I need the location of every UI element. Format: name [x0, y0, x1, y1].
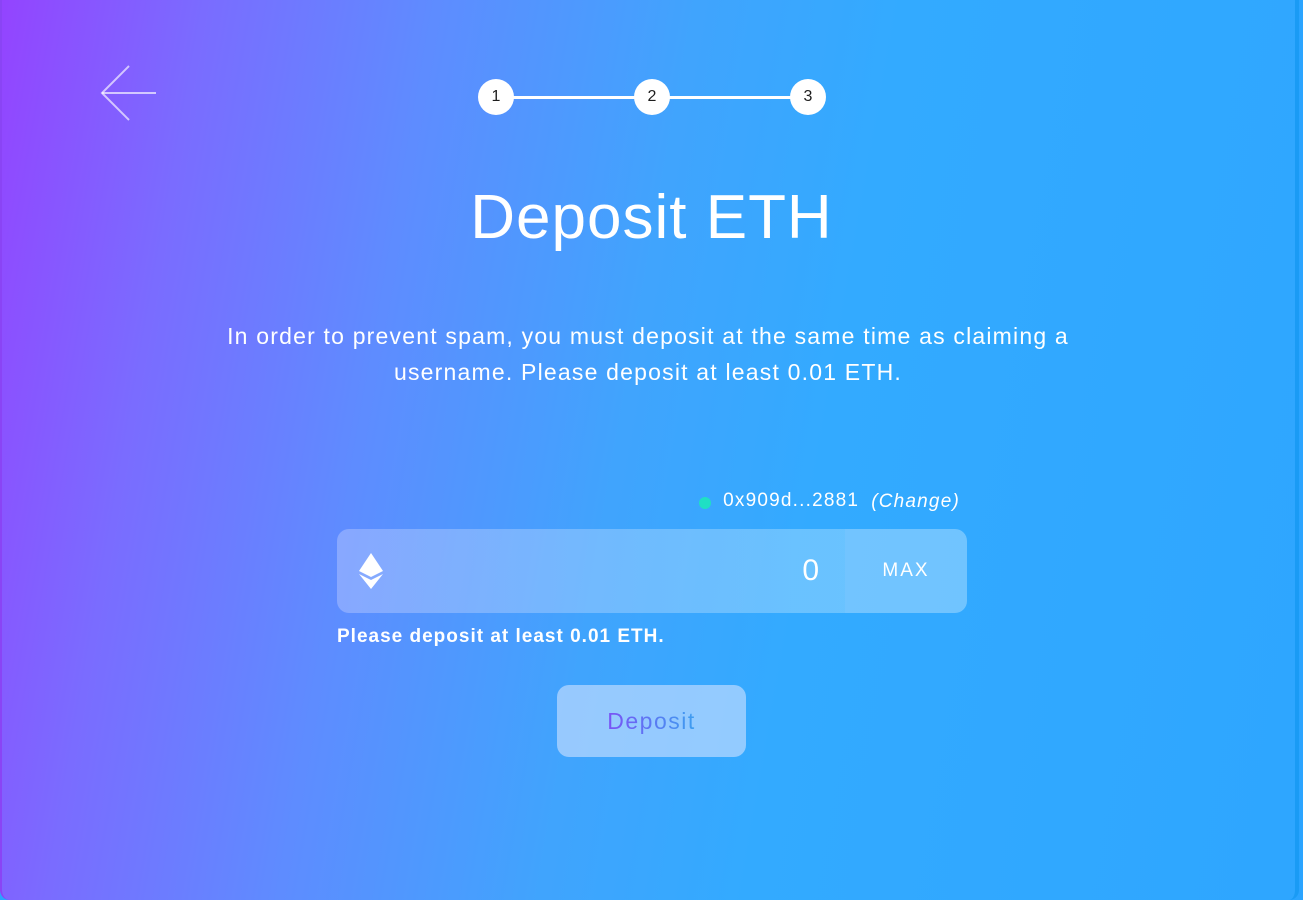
step-1: 1: [478, 79, 514, 115]
page-title: Deposit ETH: [470, 183, 833, 252]
stepper-connector: [664, 96, 794, 99]
step-2: 2: [634, 79, 670, 115]
minimum-deposit-hint: Please deposit at least 0.01 ETH.: [337, 626, 665, 647]
deposit-button[interactable]: Deposit: [557, 685, 746, 757]
page-description: In order to prevent spam, you must depos…: [227, 323, 1069, 385]
change-wallet-link[interactable]: (Change): [871, 491, 960, 513]
deposit-panel: 1 2 3 Deposit ETH In order to prevent sp…: [0, 0, 1299, 900]
wallet-info: 0x909d...2881 (Change): [699, 488, 960, 513]
amount-input[interactable]: [439, 549, 819, 593]
ethereum-icon: [359, 553, 383, 589]
wallet-address: 0x909d...2881: [723, 489, 860, 511]
step-3: 3: [790, 79, 826, 115]
deposit-button-label: Deposit: [607, 707, 696, 734]
wallet-status-dot: [699, 496, 712, 509]
progress-stepper: 1 2 3: [478, 79, 826, 115]
amount-input-wrapper: [337, 529, 845, 613]
back-arrow-icon[interactable]: [98, 62, 160, 124]
stepper-connector: [508, 96, 638, 99]
max-button[interactable]: MAX: [845, 529, 967, 613]
amount-field: MAX: [337, 529, 967, 613]
